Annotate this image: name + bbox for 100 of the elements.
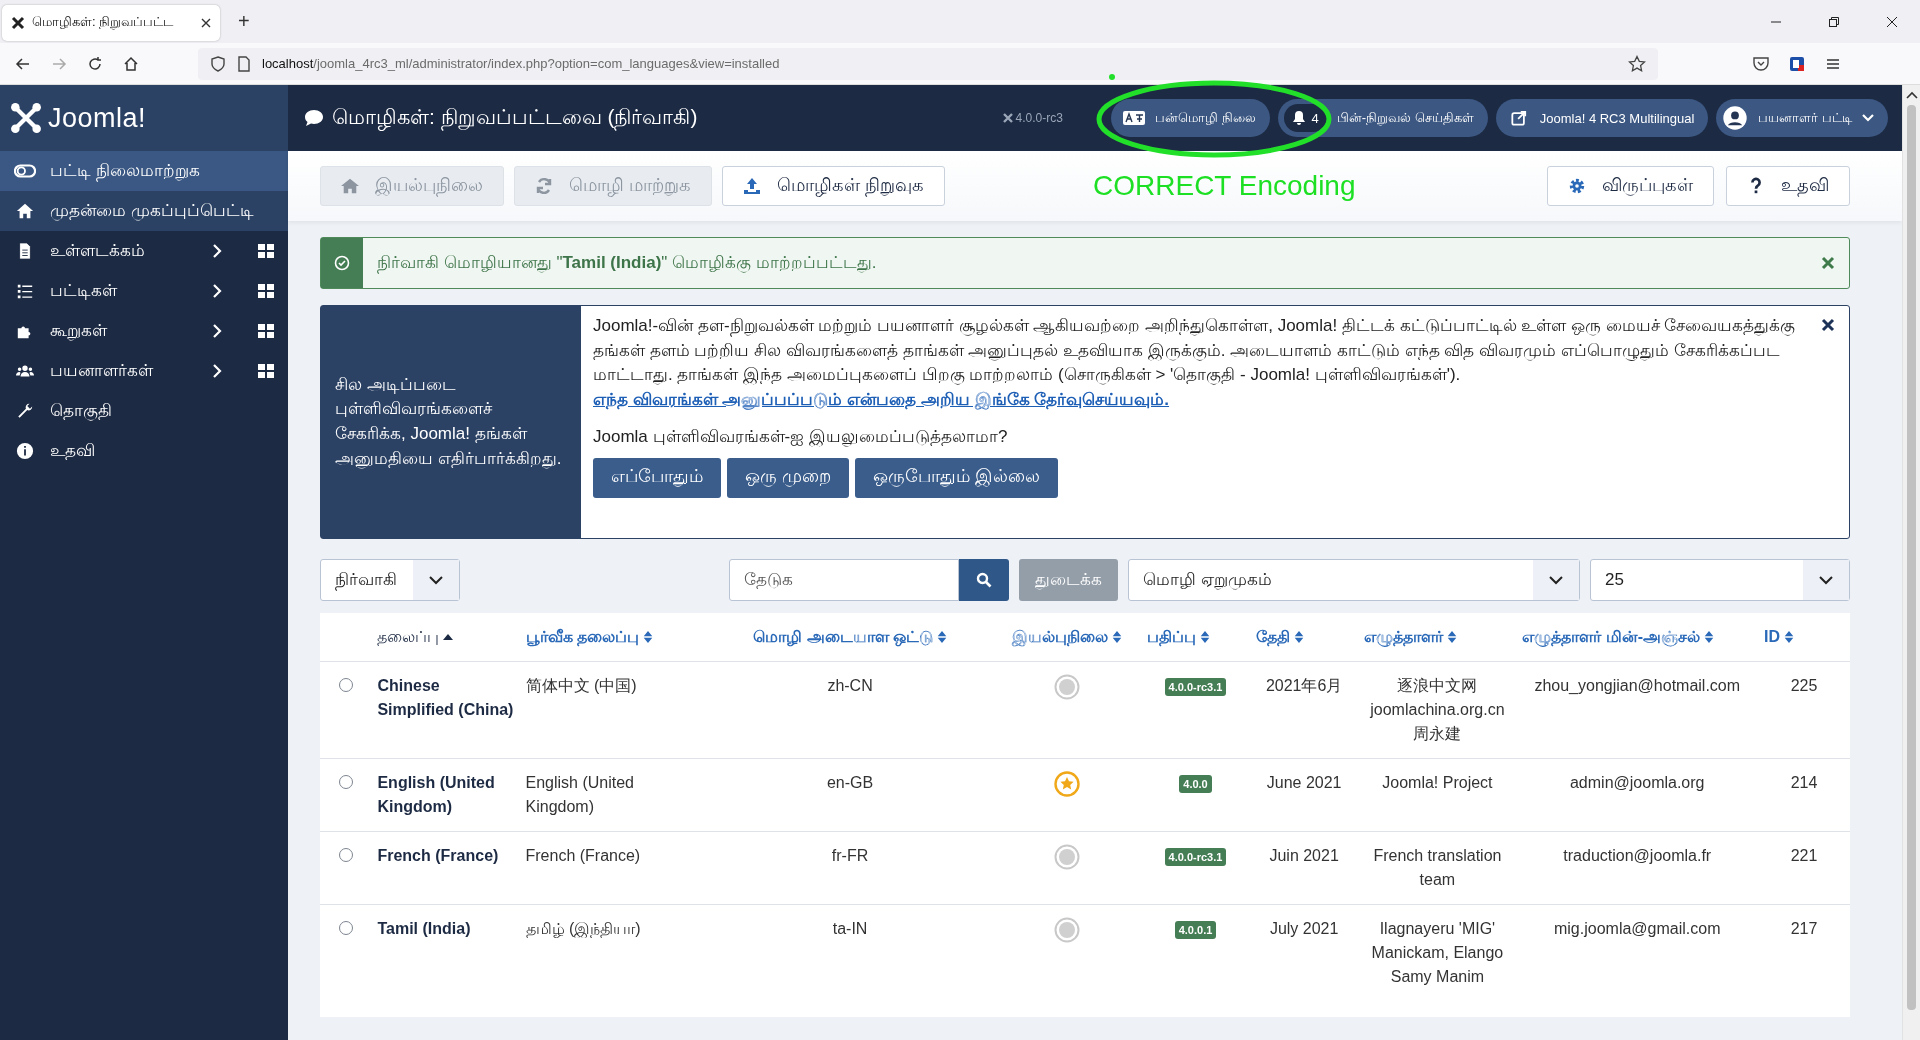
- column-header[interactable]: பதிப்பு: [1147, 625, 1211, 649]
- ordering-select[interactable]: மொழி ஏறுமுகம்: [1128, 559, 1580, 601]
- new-tab-button[interactable]: +: [238, 10, 250, 33]
- upload-icon: [743, 177, 761, 195]
- check-circle-icon: [334, 255, 350, 271]
- tab-title: மொழிகள்: நிறுவப்பட்ட: [32, 14, 175, 31]
- sidebar-item[interactable]: கூறுகள்: [0, 311, 288, 351]
- chevron-down-icon: [429, 575, 443, 585]
- table-cell: 简体中文 (中国): [525, 677, 637, 694]
- translate-icon: [1122, 110, 1145, 126]
- search-field[interactable]: தேடுக: [729, 559, 959, 601]
- sidebar-item[interactable]: உதவி: [0, 431, 288, 471]
- version-badge: 4.0.0: [1179, 775, 1212, 793]
- home-icon[interactable]: [122, 54, 140, 73]
- version-badge: 4.0.0-rc3.1: [1164, 678, 1227, 696]
- pocket-icon[interactable]: [1752, 54, 1770, 73]
- address-bar[interactable]: localhost/joomla_4rc3_ml/administrator/index.php?option=com_languages&view=installed: [198, 47, 1658, 80]
- statistics-question: Joomla புள்ளிவிவரங்கள்-ஐ இயலுமைப்படுத்தலாமா?: [593, 426, 1009, 448]
- sort-icon: [937, 631, 947, 643]
- user-icon: [1722, 105, 1749, 131]
- header-button[interactable]: 4 பின்-நிறுவல் செய்திகள்: [1277, 99, 1488, 137]
- table-cell: Juin 2021: [1269, 847, 1339, 864]
- column-header[interactable]: மொழி அடையாள ஒட்டு: [753, 625, 947, 649]
- toolbar-button[interactable]: உதவி: [1726, 166, 1850, 206]
- table-cell: traduction@joomla.fr: [1563, 847, 1712, 864]
- table-cell: fr-FR: [831, 847, 869, 864]
- search-icon: [976, 572, 992, 588]
- page-title: மொழிகள்: நிறுவப்பட்டவை (நிர்வாகி): [332, 104, 698, 132]
- settings-icon: [1568, 177, 1586, 195]
- statistics-button[interactable]: ஒரு முறை: [727, 457, 849, 498]
- extension-icon[interactable]: [1788, 54, 1806, 73]
- restore-icon[interactable]: [1828, 15, 1840, 28]
- version-badge: 4.0.0-rc3.1: [1164, 848, 1227, 866]
- statistics-button[interactable]: எப்போதும்: [593, 457, 721, 498]
- table-cell: தமிழ் (இந்தியா): [525, 920, 641, 937]
- speech-bubble-icon: [304, 109, 324, 127]
- column-header[interactable]: தேதி: [1255, 625, 1304, 649]
- table-cell: June 2021: [1266, 774, 1342, 791]
- header-button[interactable]: பன்மொழி நிலை: [1110, 99, 1270, 137]
- close-icon[interactable]: [1886, 15, 1898, 28]
- search-button[interactable]: [959, 559, 1009, 601]
- star-icon[interactable]: [1628, 54, 1646, 73]
- table-cell: July 2021: [1269, 920, 1339, 937]
- sidebar-item[interactable]: தொகுதி: [0, 391, 288, 431]
- details-link[interactable]: எந்த விவரங்கள் அனுப்பப்படும் என்பதை அறிய இங்கே தேர்வுசெய்யவும்.: [593, 389, 1170, 409]
- home-icon: [14, 202, 36, 220]
- column-header[interactable]: எழுத்தாளர்: [1364, 625, 1458, 649]
- notification-count: 4: [1283, 104, 1327, 132]
- language-title[interactable]: French (France): [377, 844, 514, 868]
- close-icon[interactable]: [1821, 318, 1835, 332]
- limit-select[interactable]: 25: [1590, 559, 1850, 601]
- reload-icon[interactable]: [86, 54, 104, 73]
- menu-toggle[interactable]: பட்டி நிலைமாற்றுக: [0, 151, 288, 191]
- client-select[interactable]: நிர்வாகி: [320, 559, 460, 601]
- sort-icon: [1784, 631, 1795, 643]
- language-title[interactable]: English (United Kingdom): [377, 771, 514, 819]
- scrollbar[interactable]: [1902, 85, 1920, 1040]
- table-cell: mig.joomla@gmail.com: [1554, 920, 1721, 937]
- table-cell: zhou_yongjian@hotmail.com: [1534, 677, 1741, 694]
- table-cell: 2021年6月: [1265, 677, 1343, 694]
- grid-icon[interactable]: [258, 324, 274, 338]
- grid-icon[interactable]: [258, 364, 274, 378]
- scroll-up-icon[interactable]: [1905, 91, 1918, 99]
- close-icon[interactable]: [200, 16, 212, 29]
- logo-text: Joomla!: [48, 102, 147, 134]
- version-badge: 4.0.0.1: [1174, 921, 1217, 939]
- refresh-icon: [535, 177, 553, 195]
- sidebar-item[interactable]: பயனாளர்கள்: [0, 351, 288, 391]
- table-cell: ta-IN: [832, 920, 868, 937]
- sort-icon: [1447, 631, 1458, 643]
- joomla-logo-icon: [1001, 112, 1014, 124]
- column-header[interactable]: தலைப்பு: [377, 625, 454, 649]
- table-cell: French translation team: [1373, 847, 1502, 888]
- annotation-text: CORRECT Encoding: [1093, 170, 1356, 202]
- table-cell: 217: [1790, 920, 1818, 937]
- header-button[interactable]: பயனாளர் பட்டி: [1716, 99, 1888, 137]
- table-cell: 221: [1790, 847, 1818, 864]
- header-button[interactable]: Joomla! 4 RC3 Multilingual: [1495, 99, 1709, 137]
- statistics-heading: சில அடிப்படை புள்ளிவிவரங்களைச் சேகரிக்க, Joomla! தங்கள் அனுமதியை எதிர்பார்க்கிறது.: [335, 373, 563, 471]
- sidebar-item[interactable]: முதன்மை முகப்புப்பெட்டி: [0, 191, 288, 231]
- browser-tab[interactable]: மொழிகள்: நிறுவப்பட்ட: [2, 4, 220, 41]
- statistics-button[interactable]: ஒருபோதும் இல்லை: [855, 457, 1059, 498]
- column-header[interactable]: எழுத்தாளர் மின்-அஞ்சல்: [1522, 625, 1715, 649]
- column-header[interactable]: ID: [1764, 625, 1795, 649]
- grid-icon[interactable]: [258, 244, 274, 258]
- shield-icon: [210, 55, 226, 72]
- language-title[interactable]: Chinese Simplified (China): [377, 674, 514, 722]
- version-text: 4.0.0-rc3: [1001, 111, 1063, 125]
- sort-icon: [1112, 631, 1123, 643]
- joomla-logo-icon: [10, 102, 42, 134]
- toolbar-button[interactable]: மொழிகள் நிறுவுக: [722, 166, 946, 206]
- toolbar-button[interactable]: விருப்புகள்: [1547, 166, 1714, 206]
- grid-icon[interactable]: [258, 284, 274, 298]
- sidebar-item[interactable]: பட்டிகள்: [0, 271, 288, 311]
- sidebar-item[interactable]: உள்ளடக்கம்: [0, 231, 288, 271]
- column-header[interactable]: இயல்புநிலை: [1012, 625, 1123, 649]
- language-title[interactable]: Tamil (India): [377, 917, 514, 941]
- column-header[interactable]: பூர்வீக தலைப்பு: [525, 625, 653, 649]
- table-cell: Ilagnayeru 'MIG' Manickam, Elango Samy Manim: [1371, 920, 1504, 985]
- table-cell: 214: [1790, 774, 1818, 791]
